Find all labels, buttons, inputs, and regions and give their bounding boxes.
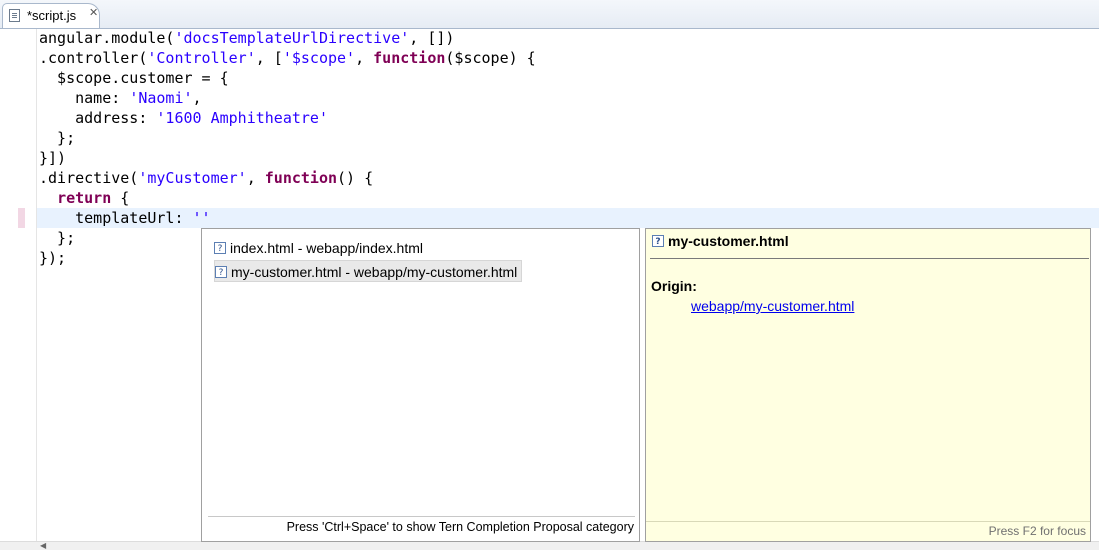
editor-gutter [0, 29, 37, 541]
help-icon: ? [214, 242, 226, 255]
js-file-icon [9, 9, 20, 22]
code-token: }; [39, 229, 76, 247]
code-line[interactable]: .directive('myCustomer', function() { [39, 168, 536, 188]
code-token: }]) [39, 149, 67, 167]
code-string: 'myCustomer' [138, 169, 247, 187]
code-token: $scope.customer = { [39, 69, 229, 87]
code-keyword: function [373, 49, 446, 67]
code-line[interactable]: }; [39, 128, 536, 148]
code-line[interactable]: name: 'Naomi', [39, 88, 536, 108]
code-line[interactable]: angular.module('docsTemplateUrlDirective… [39, 28, 536, 48]
code-string: 'docsTemplateUrlDirective' [174, 29, 410, 47]
code-token: ($scope) { [445, 49, 536, 67]
code-string: '1600 Amphitheatre' [156, 109, 328, 127]
editor-tab-bar: *script.js ✕ [0, 0, 1099, 29]
info-divider [650, 258, 1089, 259]
code-token: address: [39, 109, 157, 127]
code-token: , [192, 89, 202, 107]
code-token: templateUrl: [39, 209, 193, 227]
tab-script-js[interactable]: *script.js ✕ [2, 3, 100, 28]
tab-label: *script.js [27, 8, 77, 23]
completion-item-index-html[interactable]: ? index.html - webapp/index.html [214, 237, 427, 259]
origin-label: Origin: [651, 278, 697, 294]
code-keyword: function [264, 169, 338, 187]
code-token: angular.module( [39, 29, 175, 47]
proposal-info-popup: ? my-customer.html Origin: webapp/my-cust… [645, 228, 1091, 542]
code-line[interactable]: }]) [39, 148, 536, 168]
code-line[interactable]: templateUrl: '' [39, 208, 536, 228]
code-string: 'Naomi' [129, 89, 193, 107]
change-marker [18, 208, 25, 228]
code-token: }); [39, 249, 67, 267]
code-keyword: return [57, 189, 112, 207]
help-icon: ? [652, 235, 664, 248]
code-token: name: [39, 89, 130, 107]
code-token: }; [39, 129, 76, 147]
info-status-text: Press F2 for focus [646, 521, 1090, 541]
origin-link[interactable]: webapp/my-customer.html [691, 298, 854, 314]
code-line[interactable]: return { [39, 188, 536, 208]
code-line[interactable]: .controller('Controller', ['$scope', fun… [39, 48, 536, 68]
code-string: '' [192, 209, 211, 227]
code-token: () { [337, 169, 374, 187]
code-string: 'Controller' [147, 49, 256, 67]
code-token: { [111, 189, 130, 207]
info-title: ? my-customer.html [652, 233, 789, 249]
code-line[interactable]: address: '1600 Amphitheatre' [39, 108, 536, 128]
info-title-text: my-customer.html [668, 233, 789, 249]
code-token: , [355, 49, 374, 67]
code-line[interactable]: $scope.customer = { [39, 68, 536, 88]
completion-item-label: index.html - webapp/index.html [230, 240, 423, 256]
code-token: , [ [255, 49, 283, 67]
code-token: .controller( [39, 49, 148, 67]
close-icon[interactable]: ✕ [89, 6, 98, 19]
code-token: , []) [409, 29, 455, 47]
code-token: , [246, 169, 265, 187]
help-icon: ? [215, 266, 227, 279]
code-token: .directive( [39, 169, 139, 187]
code-string: '$scope' [282, 49, 356, 67]
completion-status-text: Press 'Ctrl+Space' to show Tern Completi… [208, 516, 635, 537]
completion-item-label: my-customer.html - webapp/my-customer.ht… [231, 264, 518, 280]
completion-popup: ? index.html - webapp/index.html ? my-cust… [201, 228, 640, 542]
completion-item-my-customer-html[interactable]: ? my-customer.html - webapp/my-customer.h… [214, 260, 523, 282]
